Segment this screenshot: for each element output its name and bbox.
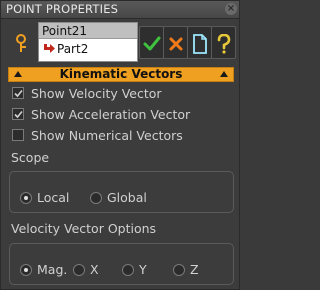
radio-dot[interactable] xyxy=(20,192,32,204)
check-icon xyxy=(14,110,23,119)
checkbox-label: Show Acceleration Vector xyxy=(31,107,191,122)
section-title: Kinematic Vectors xyxy=(59,67,183,81)
checkbox-label: Show Velocity Vector xyxy=(31,86,162,101)
x-icon xyxy=(169,37,182,50)
velocity-vector-options-group: Mag. X Y Z xyxy=(9,243,234,285)
checkbox-box[interactable] xyxy=(12,87,24,99)
document-icon xyxy=(192,33,207,54)
kinematic-vectors-section-header[interactable]: Kinematic Vectors xyxy=(8,67,234,82)
selection-tree[interactable]: Point21 Part2 xyxy=(38,22,138,62)
scope-group: Local Global xyxy=(9,171,234,213)
checkmark-icon xyxy=(143,36,160,50)
red-arrow-icon xyxy=(44,44,55,53)
radio-dot[interactable] xyxy=(20,264,32,276)
new-button[interactable] xyxy=(187,26,212,59)
apply-button[interactable] xyxy=(139,26,164,59)
radio-label: X xyxy=(90,262,99,277)
radio-label: Z xyxy=(190,262,199,277)
radio-dot[interactable] xyxy=(173,264,185,276)
velocity-vector-options-heading: Velocity Vector Options xyxy=(11,221,157,236)
checkbox-box[interactable] xyxy=(12,108,24,120)
title-bar[interactable]: POINT PROPERTIES × xyxy=(1,1,239,19)
check-icon xyxy=(14,89,23,98)
radio-dot[interactable] xyxy=(90,192,102,204)
radio-label: Local xyxy=(37,190,70,205)
checkbox-box[interactable] xyxy=(12,129,24,141)
tree-item-point21[interactable]: Point21 xyxy=(39,23,137,39)
help-button[interactable] xyxy=(211,26,236,59)
radio-label: Mag. xyxy=(37,262,68,277)
radio-label: Y xyxy=(139,262,147,277)
cancel-button[interactable] xyxy=(163,26,188,59)
checkbox-label: Show Numerical Vectors xyxy=(31,128,183,143)
question-icon xyxy=(217,33,230,54)
point-properties-panel: POINT PROPERTIES × Point21 Part2 Kinemat… xyxy=(0,0,240,290)
collapse-triangle-icon xyxy=(220,71,228,77)
close-button[interactable]: × xyxy=(225,3,237,15)
radio-dot[interactable] xyxy=(122,264,134,276)
scope-heading: Scope xyxy=(11,150,50,165)
radio-label: Global xyxy=(107,190,147,205)
point-pin-icon xyxy=(16,34,26,52)
tree-item-label: Part2 xyxy=(57,42,89,56)
tree-item-label: Point21 xyxy=(42,24,88,38)
radio-dot[interactable] xyxy=(73,264,85,276)
panel-title: POINT PROPERTIES xyxy=(6,2,119,16)
